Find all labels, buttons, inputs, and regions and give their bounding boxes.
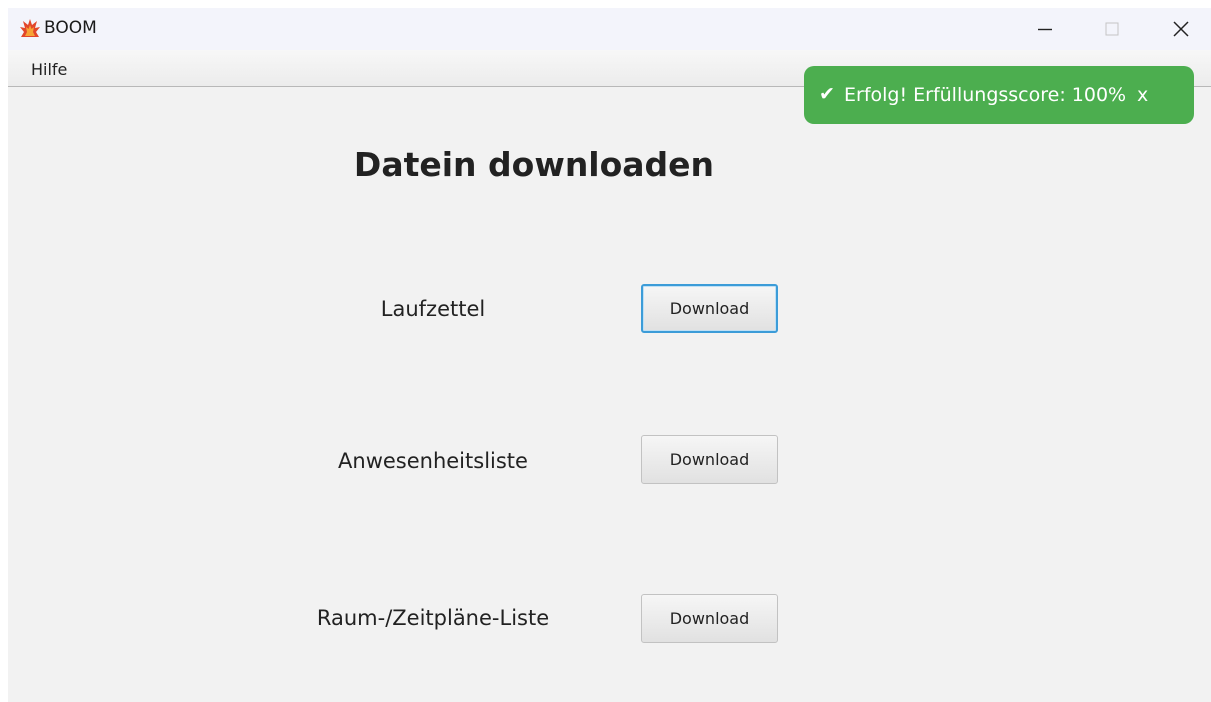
success-toast: ✔ Erfolg! Erfüllungsscore: 100% x: [804, 66, 1194, 124]
maximize-button[interactable]: [1082, 8, 1142, 50]
row-label-laufzettel: Laufzettel: [380, 297, 486, 321]
download-anwesenheitsliste-button[interactable]: Download: [641, 435, 778, 484]
maximize-icon: [1105, 22, 1119, 36]
download-raum-zeitplaene-liste-button[interactable]: Download: [641, 594, 778, 643]
menu-item-hilfe[interactable]: Hilfe: [31, 60, 67, 79]
toast-close-button[interactable]: x: [1137, 84, 1148, 106]
page-title: Datein downloaden: [353, 145, 715, 184]
row-label-anwesenheitsliste: Anwesenheitsliste: [338, 449, 528, 473]
close-window-button[interactable]: [1151, 8, 1211, 50]
toast-message: Erfolg! Erfüllungsscore: 100%: [844, 84, 1127, 106]
title-bar[interactable]: BOOM: [8, 8, 1211, 50]
window-title: BOOM: [44, 18, 97, 38]
download-laufzettel-button[interactable]: Download: [641, 284, 778, 333]
minimize-icon: [1038, 28, 1052, 31]
app-window: BOOM Hilfe Datein downloaden Laufzettel …: [8, 8, 1211, 702]
row-label-raum-zeitplaene-liste: Raum-/Zeitpläne-Liste: [316, 606, 550, 630]
minimize-button[interactable]: [1015, 8, 1075, 50]
close-icon: [1173, 21, 1189, 37]
boom-flame-icon: [20, 19, 40, 37]
checkmark-icon: ✔: [819, 83, 835, 105]
